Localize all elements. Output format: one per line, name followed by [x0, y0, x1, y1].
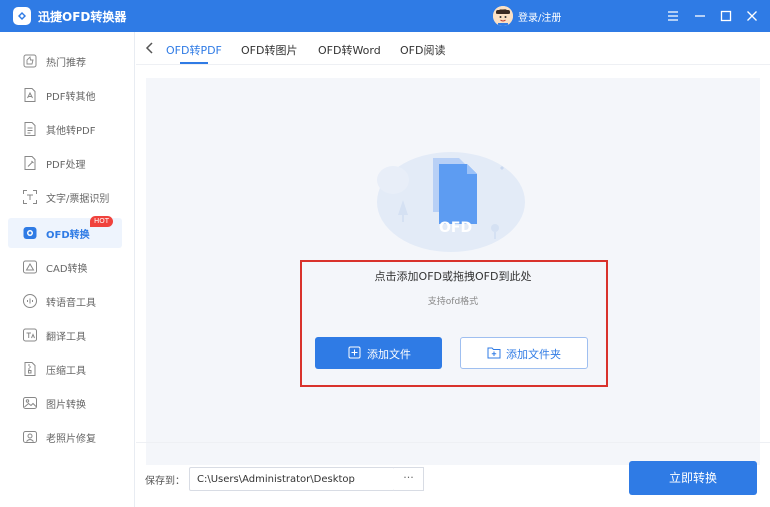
sidebar-item-label: 文字/票据识别 — [46, 194, 110, 205]
close-icon[interactable] — [742, 6, 762, 26]
sidebar-item-label: 老照片修复 — [46, 434, 96, 445]
sidebar-item-label: 图片转换 — [46, 400, 86, 411]
avatar[interactable] — [493, 6, 513, 26]
speech-icon — [22, 293, 38, 309]
drop-title: 点击添加OFD或拖拽OFD到此处 — [374, 270, 532, 283]
login-register-link[interactable]: 登录/注册 — [518, 9, 561, 24]
main-panel: OFD转PDF OFD转图片 OFD转Word OFD阅读 OFD 点击添加OF… — [136, 32, 770, 507]
sidebar-item-photo-repair[interactable]: 老照片修复 — [8, 422, 122, 452]
sidebar-item-compress[interactable]: 压缩工具 — [8, 354, 122, 384]
sidebar-item-label: 压缩工具 — [46, 366, 86, 377]
compress-icon — [22, 361, 38, 377]
sidebar-item-pdf-to-other[interactable]: PDF转其他 — [8, 80, 122, 110]
add-folder-label: 添加文件夹 — [506, 348, 561, 361]
image-icon — [22, 395, 38, 411]
sidebar-item-label: CAD转换 — [46, 264, 88, 275]
sidebar-item-label: 其他转PDF — [46, 126, 96, 137]
sidebar-item-other-to-pdf[interactable]: 其他转PDF — [8, 114, 122, 144]
ocr-icon — [22, 189, 38, 205]
menu-icon[interactable] — [663, 6, 683, 26]
add-folder-icon — [487, 346, 501, 359]
convert-now-button[interactable]: 立即转换 — [629, 461, 757, 495]
sidebar-item-label: 转语音工具 — [46, 298, 96, 309]
tab-ofd-to-pdf[interactable]: OFD转PDF — [166, 42, 222, 58]
sidebar-item-label: 热门推荐 — [46, 58, 86, 69]
file-drop-area[interactable]: OFD 点击添加OFD或拖拽OFD到此处 支持ofd格式 添加文件 添加文件夹 — [146, 78, 760, 465]
sidebar-item-pdf-process[interactable]: PDF处理 — [8, 148, 122, 178]
file-to-pdf-icon — [22, 121, 38, 137]
ofd-file-illustration — [371, 140, 531, 260]
pdf-file-icon — [22, 87, 38, 103]
tab-ofd-to-image[interactable]: OFD转图片 — [241, 42, 297, 58]
ofd-illustration-label: OFD — [439, 220, 473, 236]
minimize-icon[interactable] — [690, 6, 710, 26]
sidebar-item-ofd-convert[interactable]: OFD转换 HOT — [8, 216, 122, 248]
app-title: 迅捷OFD转换器 — [38, 10, 127, 24]
sidebar: 热门推荐 PDF转其他 其他转PDF PDF处理 文字/票据识别 OFD转换 H… — [0, 32, 135, 507]
sidebar-item-hot[interactable]: 热门推荐 — [8, 46, 122, 76]
back-chevron-icon[interactable] — [144, 41, 156, 55]
photo-repair-icon — [22, 429, 38, 445]
sidebar-item-ocr[interactable]: 文字/票据识别 — [8, 182, 122, 212]
browse-button[interactable]: ··· — [394, 467, 424, 491]
translate-icon — [22, 327, 38, 343]
app-logo-icon — [13, 7, 31, 25]
maximize-icon[interactable] — [716, 6, 736, 26]
save-to-label: 保存到： — [145, 476, 185, 487]
add-file-icon — [348, 346, 361, 359]
thumbs-up-icon — [22, 53, 38, 69]
sidebar-item-label: OFD转换 — [46, 230, 90, 241]
sidebar-item-speech[interactable]: 转语音工具 — [8, 286, 122, 316]
tab-ofd-to-word[interactable]: OFD转Word — [318, 42, 381, 58]
sidebar-item-label: 翻译工具 — [46, 332, 86, 343]
add-file-button[interactable]: 添加文件 — [315, 337, 442, 369]
add-folder-button[interactable]: 添加文件夹 — [460, 337, 588, 369]
sidebar-item-cad-convert[interactable]: CAD转换 — [8, 252, 122, 282]
tab-ofd-reader[interactable]: OFD阅读 — [400, 42, 445, 58]
sidebar-item-translate[interactable]: 翻译工具 — [8, 320, 122, 350]
sidebar-item-image-convert[interactable]: 图片转换 — [8, 388, 122, 418]
output-path-input[interactable] — [189, 467, 395, 491]
footer-divider — [136, 442, 770, 443]
pdf-edit-icon — [22, 155, 38, 171]
tab-divider — [136, 64, 770, 65]
sidebar-item-label: PDF转其他 — [46, 92, 96, 103]
hot-badge: HOT — [90, 216, 114, 227]
cad-icon — [22, 259, 38, 275]
title-bar: 迅捷OFD转换器 登录/注册 — [0, 0, 770, 32]
ofd-icon — [22, 225, 38, 241]
sidebar-item-label: PDF处理 — [46, 160, 86, 171]
add-file-label: 添加文件 — [367, 348, 411, 361]
supported-formats-text: 支持ofd格式 — [427, 297, 479, 307]
